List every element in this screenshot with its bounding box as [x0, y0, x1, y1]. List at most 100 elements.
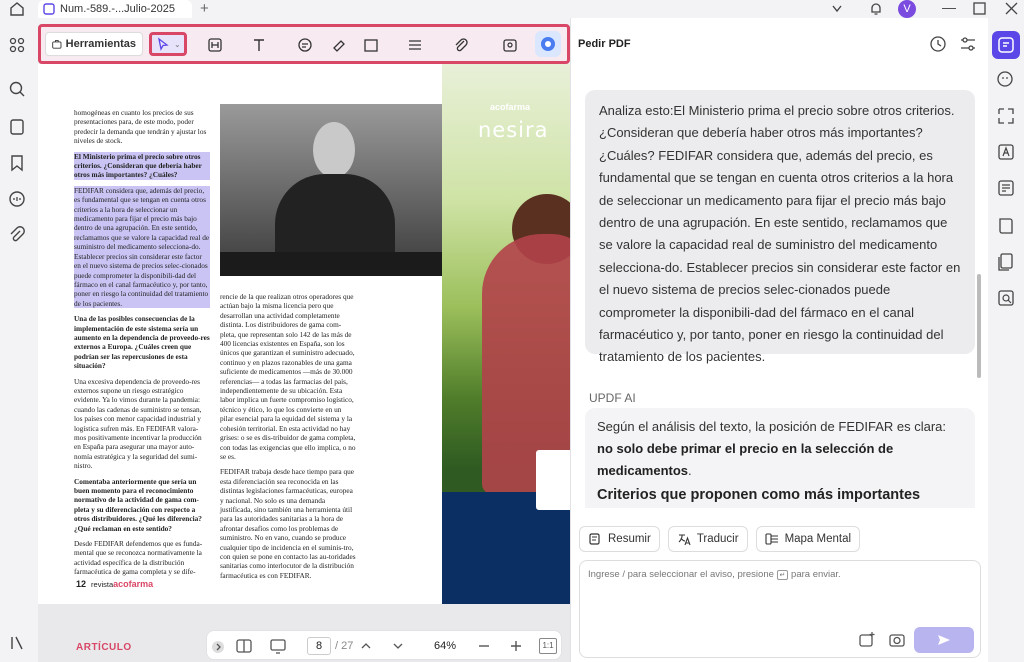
mind-map-label: Mapa Mental	[784, 533, 852, 545]
close-icon[interactable]	[1005, 2, 1018, 15]
placeholder-part-b: para enviar.	[791, 569, 841, 580]
ad-product-box	[536, 450, 570, 510]
form-icon[interactable]	[996, 178, 1016, 198]
bell-icon[interactable]	[868, 1, 884, 17]
pages-icon[interactable]	[8, 118, 26, 136]
document-batch-icon[interactable]	[996, 252, 1016, 272]
text-icon[interactable]	[251, 37, 267, 53]
emoji-add-icon[interactable]	[996, 68, 1016, 88]
send-button[interactable]	[914, 627, 974, 653]
enter-key-icon: ↵	[776, 570, 789, 580]
pdf-file-icon	[43, 3, 55, 15]
comment-icon[interactable]	[8, 190, 26, 208]
summarize-label: Resumir	[608, 533, 651, 545]
text-box-icon[interactable]	[207, 37, 223, 53]
bookmark-icon[interactable]	[8, 154, 26, 172]
screenshot-icon[interactable]	[888, 631, 906, 649]
ai-chat-tab[interactable]	[992, 31, 1020, 59]
ai-sender-label: UPDF AI	[589, 391, 636, 405]
image-add-icon[interactable]	[858, 631, 876, 649]
tools-button[interactable]: Herramientas	[45, 32, 143, 56]
ai-chat-panel: Pedir PDF Analiza esto:El Ministerio pri…	[570, 18, 988, 662]
previous-page-icon[interactable]	[359, 637, 373, 655]
photo-person-head	[313, 122, 355, 178]
ai-message: Según el análisis del texto, la posición…	[585, 408, 975, 508]
book-icon[interactable]	[996, 216, 1016, 236]
document-tab[interactable]: Num.-589.-...Julio-2025	[38, 0, 192, 18]
shape-icon[interactable]	[363, 37, 379, 53]
translate-page-icon[interactable]	[996, 142, 1016, 162]
translate-icon	[678, 534, 691, 546]
translate-label: Traducir	[696, 533, 739, 545]
paperclip-icon[interactable]	[453, 37, 469, 53]
user-message: Analiza esto:El Ministerio prima el prec…	[585, 90, 975, 364]
actual-size-button[interactable]: 1:1	[539, 638, 557, 654]
eraser-icon[interactable]	[331, 37, 347, 53]
zoom-in-icon[interactable]	[509, 637, 523, 655]
translate-button[interactable]: Traducir	[667, 526, 748, 552]
page-number-input[interactable]: 8	[307, 637, 331, 655]
paragraph: homogéneas en cuanto los precios de sus …	[74, 108, 207, 146]
interview-photo	[220, 104, 442, 276]
paragraph: FEDIFAR trabaja desde hace tiempo para q…	[220, 467, 356, 580]
search-icon[interactable]	[8, 80, 26, 98]
question-heading: Comentaba anteriormente que sería un bue…	[74, 476, 202, 533]
mind-map-button[interactable]: Mapa Mental	[755, 526, 861, 552]
document-view[interactable]: homogéneas en cuanto los precios de sus …	[38, 64, 570, 662]
main-toolbar: Herramientas ⌄	[38, 24, 570, 64]
page-navigation-bar: 8 / 27 64% 1:1	[206, 630, 562, 660]
question-heading-selected[interactable]: El Ministerio prima el precio sobre otro…	[74, 151, 210, 180]
next-page-icon[interactable]	[391, 637, 405, 655]
history-icon[interactable]	[929, 35, 947, 53]
left-sidebar	[0, 18, 36, 662]
total-pages: / 27	[335, 640, 354, 652]
collapse-arrow-icon[interactable]	[211, 638, 225, 656]
cursor-icon	[158, 37, 169, 51]
page-tool-icon[interactable]	[407, 37, 423, 53]
summarize-icon	[589, 533, 600, 545]
send-icon	[938, 635, 950, 645]
search-document-icon[interactable]	[996, 288, 1016, 308]
presentation-icon[interactable]	[269, 637, 287, 655]
ai-chat-icon	[998, 37, 1014, 53]
summarize-button[interactable]: Resumir	[579, 526, 660, 552]
toolbox-icon	[52, 40, 62, 49]
answer-paragraph-selected[interactable]: FEDIFAR considera que, además del precio…	[74, 185, 210, 309]
stamp-icon[interactable]	[501, 36, 519, 54]
zoom-level[interactable]: 64%	[425, 637, 465, 655]
paragraph: rencie de la que realizan otros operador…	[220, 292, 356, 461]
settings-sliders-icon[interactable]	[959, 35, 977, 53]
chat-title: Pedir PDF	[578, 38, 631, 50]
minimize-button[interactable]: —	[942, 0, 956, 15]
apps-grid-icon[interactable]	[8, 36, 26, 54]
layers-icon[interactable]	[8, 634, 26, 652]
footer-brand: acofarma	[113, 579, 154, 589]
ai-assistant-button[interactable]	[535, 31, 561, 57]
maximize-icon[interactable]	[973, 2, 986, 15]
chat-input[interactable]: Ingrese / para seleccionar el aviso, pre…	[579, 560, 981, 658]
placeholder-part-a: Ingrese / para seleccionar el aviso, pre…	[588, 569, 774, 580]
home-icon[interactable]	[9, 1, 25, 17]
question-heading: Una de las posibles consecuencias de la …	[74, 314, 210, 371]
photo-table	[220, 252, 442, 276]
zoom-out-icon[interactable]	[477, 637, 491, 655]
minimize-to-tray-icon[interactable]	[830, 2, 844, 16]
select-tool-button[interactable]: ⌄	[149, 32, 187, 56]
avatar[interactable]: V	[898, 0, 916, 18]
paragraph: Una excesiva dependencia de proveedo-res…	[74, 376, 202, 471]
attachment-icon[interactable]	[8, 226, 26, 244]
tools-button-label: Herramientas	[65, 38, 136, 50]
ocr-icon[interactable]	[996, 106, 1016, 126]
new-tab-button[interactable]: +	[200, 0, 209, 17]
page-number: 12	[76, 579, 87, 589]
chat-input-placeholder: Ingrese / para seleccionar el aviso, pre…	[588, 569, 841, 580]
note-icon[interactable]	[297, 37, 313, 53]
ai-message-bold: no solo debe primar el precio en la sele…	[597, 441, 894, 478]
ai-message-end: .	[688, 463, 692, 478]
two-page-view-icon[interactable]	[235, 637, 253, 655]
paragraph: Desde FEDIFAR defendemos que es funda-me…	[74, 539, 203, 577]
page-footer: 12 revistaacofarma	[76, 579, 153, 589]
mind-map-icon	[765, 533, 778, 545]
ai-message-heading: Criterios que proponen como más importan…	[597, 487, 921, 503]
chat-scrollbar[interactable]	[977, 274, 981, 378]
